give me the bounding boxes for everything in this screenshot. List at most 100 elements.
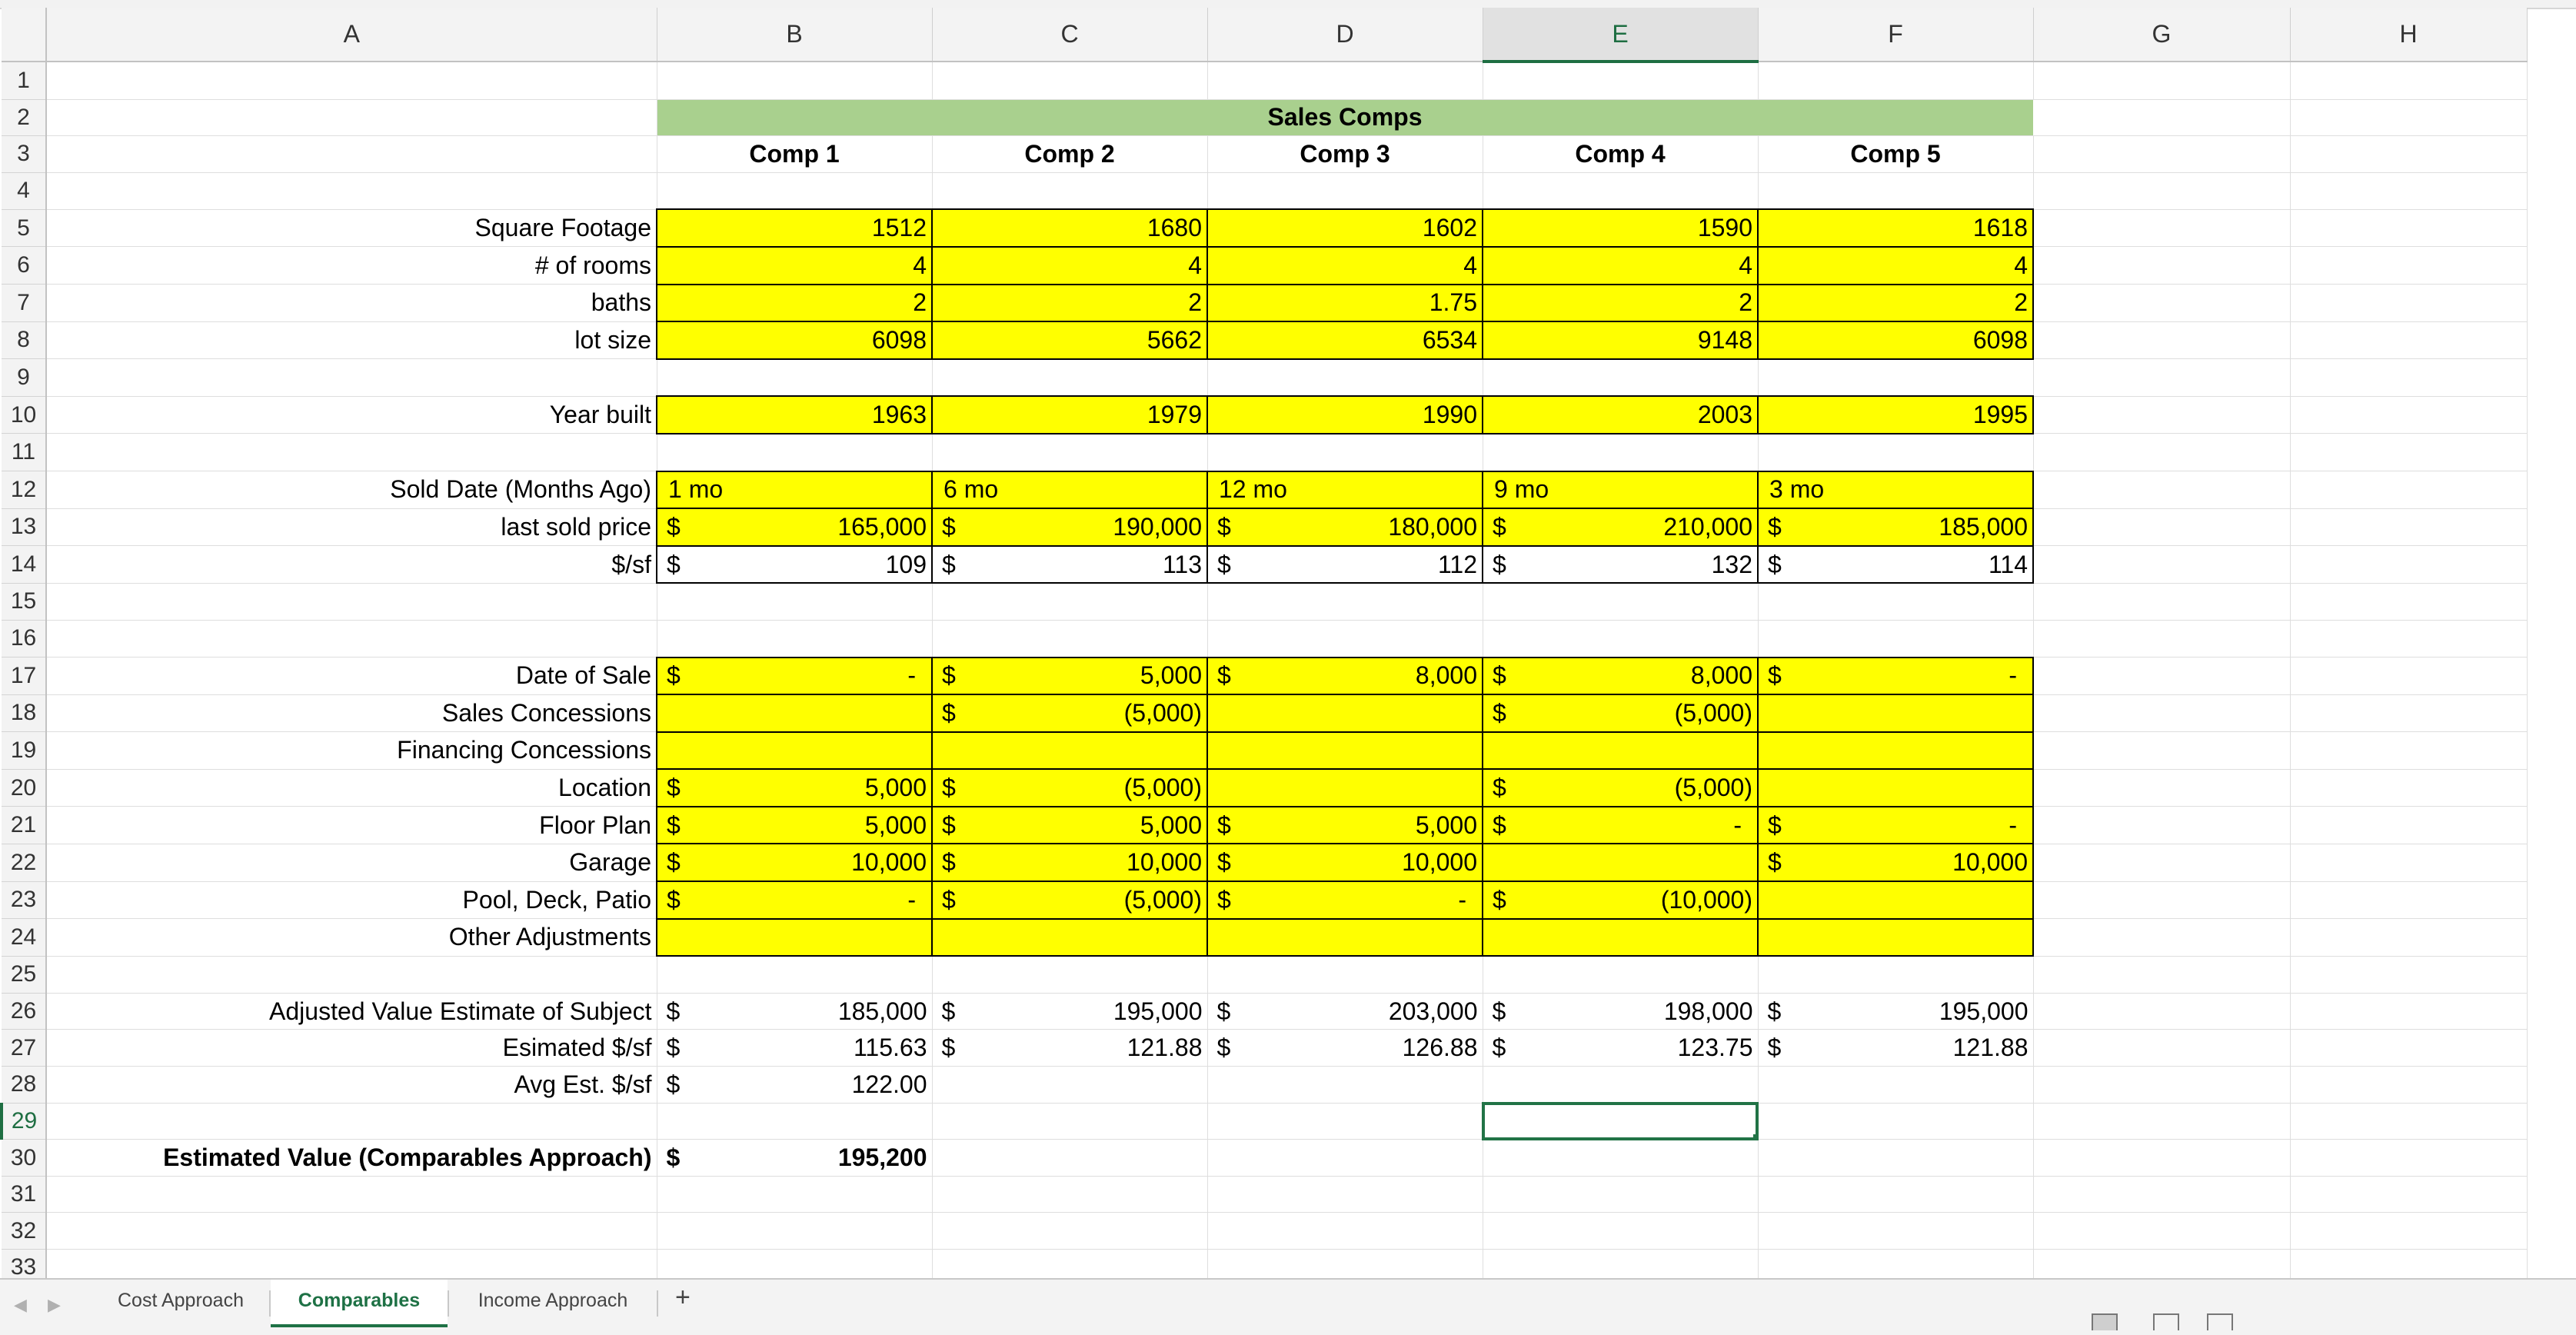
cell-c25[interactable] (932, 956, 1208, 994)
tab-income-approach[interactable]: Income Approach (449, 1280, 657, 1324)
row-header-9[interactable]: 9 (2, 358, 47, 397)
cell-e7[interactable]: 2 (1482, 283, 1759, 323)
row-header-31[interactable]: 31 (2, 1176, 47, 1213)
cell-b11[interactable] (657, 433, 933, 472)
column-header-d[interactable]: D (1207, 8, 1483, 62)
cell-d29[interactable] (1207, 1103, 1483, 1140)
row-label-baths[interactable]: baths (46, 284, 657, 322)
row-header-30[interactable]: 30 (2, 1139, 47, 1177)
cell-d26[interactable]: $203,000 (1207, 993, 1483, 1030)
cell-g20[interactable] (2033, 769, 2291, 807)
cell-c7[interactable]: 2 (931, 283, 1208, 323)
cell-d12[interactable]: 12 mo (1206, 470, 1483, 510)
row-label-other-adjustments[interactable]: Other Adjustments (46, 918, 657, 957)
cell-g23[interactable] (2033, 881, 2291, 920)
cell-e22[interactable] (1482, 843, 1759, 883)
cell-e8[interactable]: 9148 (1482, 321, 1759, 360)
cell-f1[interactable] (1758, 62, 2034, 100)
cell-g32[interactable] (2033, 1212, 2291, 1250)
row-label-lot-size[interactable]: lot size (46, 321, 657, 360)
spreadsheet-grid[interactable]: A B C D E F G H 1 2 Sales Comps 3 Comp 1 Comp… (0, 8, 2528, 1287)
cell-b16[interactable] (657, 620, 933, 658)
cell-f29[interactable] (1758, 1103, 2034, 1140)
cell-c32[interactable] (932, 1212, 1208, 1250)
cell-h26[interactable] (2290, 993, 2528, 1030)
cell-h12[interactable] (2290, 471, 2528, 509)
cell-d15[interactable] (1207, 583, 1483, 621)
cell-c29[interactable] (932, 1103, 1208, 1140)
cell-e14[interactable]: $132 (1482, 544, 1759, 584)
cell-h20[interactable] (2290, 769, 2528, 807)
cell-f4[interactable] (1758, 172, 2034, 210)
cell-a2[interactable] (46, 99, 657, 137)
cell-f5[interactable]: 1618 (1757, 208, 2034, 248)
cell-e30[interactable] (1483, 1139, 1759, 1177)
cell-f26[interactable]: $195,000 (1758, 993, 2034, 1030)
cell-b4[interactable] (657, 172, 933, 210)
cell-b10[interactable]: 1963 (656, 395, 933, 434)
cell-c10[interactable]: 1979 (931, 395, 1208, 434)
cell-g1[interactable] (2033, 62, 2291, 100)
cell-h29[interactable] (2290, 1103, 2528, 1140)
cell-e12[interactable]: 9 mo (1482, 470, 1759, 510)
cell-c8[interactable]: 5662 (931, 321, 1208, 360)
cell-f15[interactable] (1758, 583, 2034, 621)
cell-b7[interactable]: 2 (656, 283, 933, 323)
cell-h13[interactable] (2290, 508, 2528, 547)
cell-h15[interactable] (2290, 583, 2528, 621)
cell-d8[interactable]: 6534 (1206, 321, 1483, 360)
column-header-a[interactable]: A (46, 8, 657, 62)
cell-e11[interactable] (1483, 433, 1759, 472)
row-label-year-built[interactable]: Year built (46, 396, 657, 434)
row-label-adjusted-value[interactable]: Adjusted Value Estimate of Subject (46, 993, 657, 1030)
cell-b24[interactable] (656, 917, 933, 957)
cell-f31[interactable] (1758, 1176, 2034, 1213)
cell-g19[interactable] (2033, 731, 2291, 770)
cell-d10[interactable]: 1990 (1206, 395, 1483, 434)
row-label-pool-deck-patio[interactable]: Pool, Deck, Patio (46, 881, 657, 920)
cell-c12[interactable]: 6 mo (931, 470, 1208, 510)
comp-header-2[interactable]: Comp 2 (932, 135, 1208, 173)
row-label-sold-date[interactable]: Sold Date (Months Ago) (46, 471, 657, 509)
cell-h25[interactable] (2290, 956, 2528, 994)
cell-f22[interactable]: $10,000 (1757, 843, 2034, 883)
row-header-28[interactable]: 28 (2, 1066, 47, 1104)
cell-f12[interactable]: 3 mo (1757, 470, 2034, 510)
row-label-floor-plan[interactable]: Floor Plan (46, 806, 657, 844)
cell-b31[interactable] (657, 1176, 933, 1213)
cell-b30[interactable]: $195,200 (657, 1139, 933, 1177)
cell-a15[interactable] (46, 583, 657, 621)
cell-h14[interactable] (2290, 545, 2528, 584)
cell-b2[interactable] (657, 99, 932, 137)
cell-h17[interactable] (2290, 657, 2528, 695)
cell-b17[interactable]: $ - (656, 656, 933, 696)
cell-b19[interactable] (656, 731, 933, 771)
cell-b28[interactable]: $122.00 (657, 1066, 933, 1104)
row-header-16[interactable]: 16 (2, 620, 47, 658)
cell-g14[interactable] (2033, 545, 2291, 584)
cell-a4[interactable] (46, 172, 657, 210)
column-header-f[interactable]: F (1758, 8, 2034, 62)
cell-c30[interactable] (932, 1139, 1208, 1177)
row-label-sales-concessions[interactable]: Sales Concessions (46, 694, 657, 733)
cell-e26[interactable]: $198,000 (1483, 993, 1759, 1030)
row-header-21[interactable]: 21 (2, 806, 47, 844)
row-header-27[interactable]: 27 (2, 1029, 47, 1067)
cell-f19[interactable] (1757, 731, 2034, 771)
cell-b22[interactable]: $10,000 (656, 843, 933, 883)
cell-f32[interactable] (1758, 1212, 2034, 1250)
cell-d22[interactable]: $10,000 (1206, 843, 1483, 883)
row-label-financing-concessions[interactable]: Financing Concessions (46, 731, 657, 770)
cell-b21[interactable]: $5,000 (656, 805, 933, 845)
row-header-4[interactable]: 4 (2, 172, 47, 210)
row-header-1[interactable]: 1 (2, 62, 47, 100)
cell-h32[interactable] (2290, 1212, 2528, 1250)
cell-e21[interactable]: $ - (1482, 805, 1759, 845)
comp-header-5[interactable]: Comp 5 (1758, 135, 2034, 173)
cell-d17[interactable]: $8,000 (1206, 656, 1483, 696)
cell-e25[interactable] (1483, 956, 1759, 994)
cell-e9[interactable] (1483, 358, 1759, 397)
row-label-rooms[interactable]: # of rooms (46, 246, 657, 285)
cell-d19[interactable] (1206, 731, 1483, 771)
cell-c15[interactable] (932, 583, 1208, 621)
